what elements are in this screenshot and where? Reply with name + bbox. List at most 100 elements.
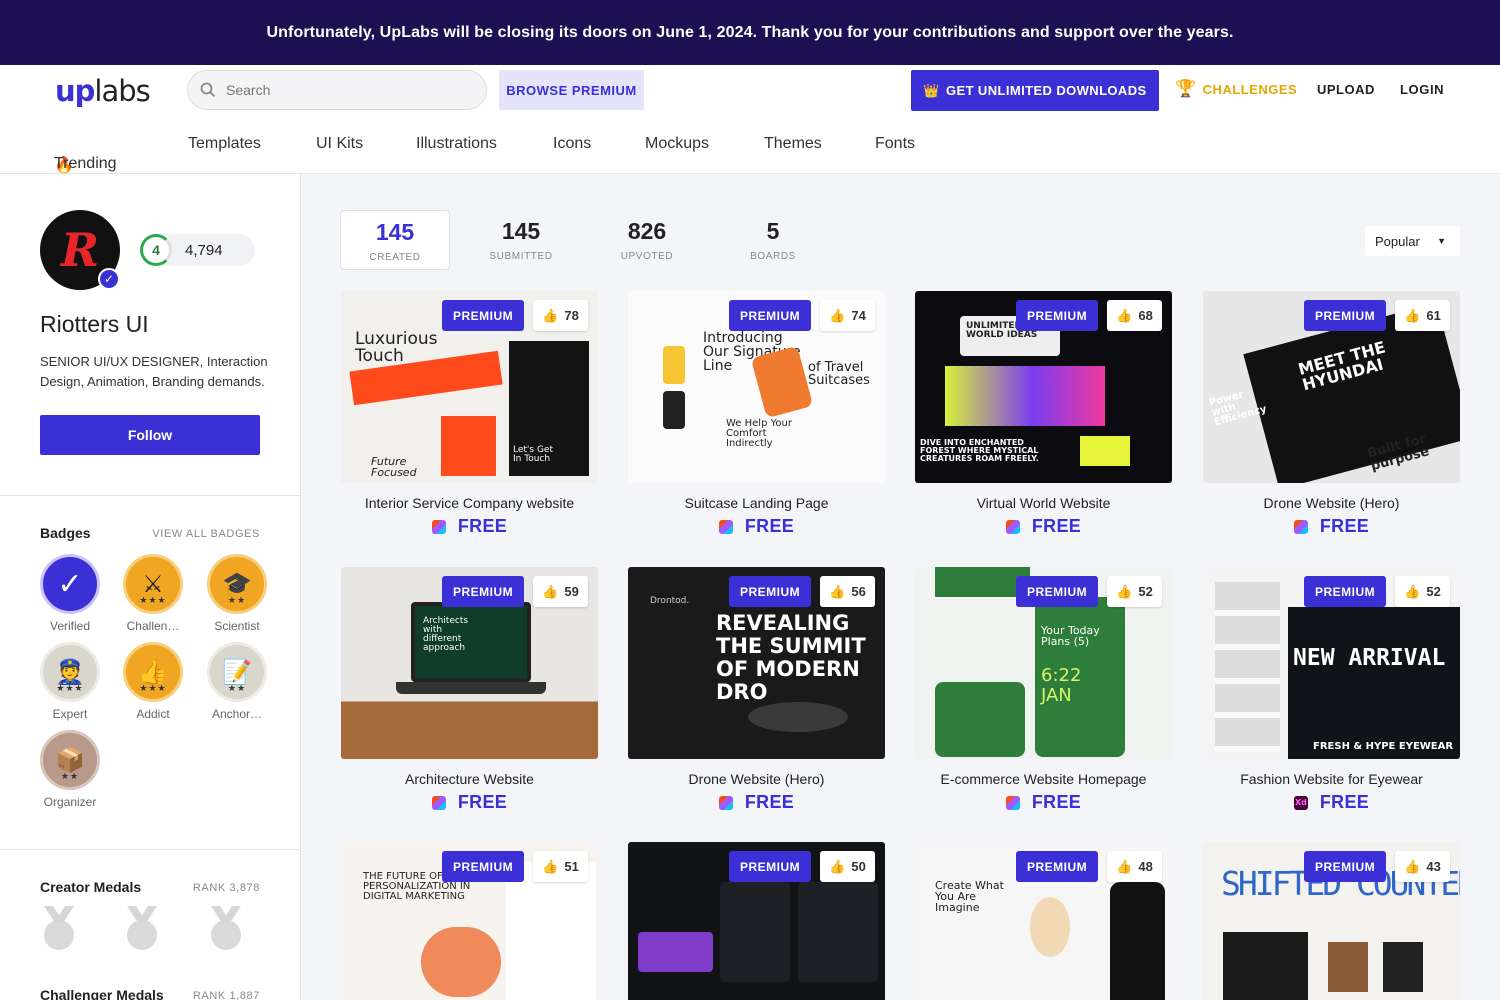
tab-themes[interactable]: Themes — [764, 135, 822, 153]
upload-link[interactable]: UPLOAD — [1317, 82, 1375, 97]
badge-expert[interactable]: 👮 ★★★ Expert — [40, 642, 100, 721]
follow-button[interactable]: Follow — [40, 415, 260, 455]
dark-panel — [1288, 607, 1460, 759]
card-title[interactable]: Drone Website (Hero) — [628, 771, 885, 787]
badge-scientist[interactable]: 🎓 ★★ Scientist — [207, 554, 267, 633]
design-card[interactable]: MEET THE HYUNDAI Power with Efficiency B… — [1203, 291, 1460, 537]
design-card[interactable]: Luxurious Touch Future Focused Let's Get… — [341, 291, 598, 537]
view-all-badges-link[interactable]: VIEW ALL BADGES — [152, 528, 260, 540]
price-label: FREE — [457, 516, 508, 536]
badge-challenger[interactable]: ⚔ ★★★ Challen… — [123, 554, 183, 633]
like-button[interactable]: 👍 78 — [533, 300, 588, 331]
like-button[interactable]: 👍 48 — [1107, 851, 1162, 882]
tab-icons[interactable]: Icons — [553, 135, 591, 153]
sort-dropdown[interactable]: Popular ▼ — [1365, 226, 1460, 256]
like-button[interactable]: 👍 52 — [1395, 576, 1450, 607]
uplabs-logo[interactable]: uplabs — [55, 74, 151, 108]
closing-banner: Unfortunately, UpLabs will be closing it… — [0, 0, 1500, 65]
design-card[interactable]: SHIFTED COUNTER PREMIUM 👍 43 — [1203, 842, 1460, 1000]
thumbs-up-icon: 👍 — [542, 858, 559, 874]
level-ring: 4 — [140, 234, 172, 266]
like-button[interactable]: 👍 68 — [1107, 300, 1162, 331]
photo-grid — [1215, 582, 1280, 752]
stat-upvoted[interactable]: 826 UPVOTED — [592, 210, 702, 270]
like-count: 74 — [851, 308, 866, 323]
premium-badge: PREMIUM — [1016, 300, 1099, 331]
badge-label: Addict — [136, 707, 170, 721]
grad-cap-icon: 🎓 ★★ — [207, 554, 267, 614]
tab-templates[interactable]: Templates — [188, 135, 261, 153]
phone-shape — [1110, 882, 1165, 1000]
design-card[interactable]: NEW ARRIVAL FRESH & HYPE EYEWEAR Fashion… — [1203, 567, 1460, 813]
person-icon: 👮 ★★★ — [40, 642, 100, 702]
badge-label: Verified — [49, 619, 91, 633]
premium-badge: PREMIUM — [1016, 851, 1099, 882]
login-link[interactable]: LOGIN — [1400, 82, 1444, 97]
premium-badge: PREMIUM — [1304, 851, 1387, 882]
get-unlimited-downloads-button[interactable]: 👑 GET UNLIMITED DOWNLOADS — [911, 70, 1159, 111]
stat-created[interactable]: 145 CREATED — [340, 210, 450, 270]
suitcase-shape — [663, 346, 685, 384]
like-button[interactable]: 👍 43 — [1395, 851, 1450, 882]
badge-label: Organizer — [43, 795, 97, 809]
badge-organizer[interactable]: 📦 ★★ Organizer — [40, 730, 100, 809]
like-count: 48 — [1138, 859, 1153, 874]
design-card[interactable]: Introducing Our Signature Line of Travel… — [628, 291, 885, 537]
search-input[interactable] — [226, 82, 456, 98]
tab-mockups[interactable]: Mockups — [645, 135, 709, 153]
card-title[interactable]: Virtual World Website — [915, 495, 1172, 511]
badge-anchor[interactable]: 📝 ★★ Anchor… — [207, 642, 267, 721]
design-card[interactable]: UNLIMITED WORLD IDEAS DIVE INTO ENCHANTE… — [915, 291, 1172, 537]
premium-badge: PREMIUM — [729, 851, 812, 882]
design-card[interactable]: Create What You Are Imagine PREMIUM 👍 48 — [915, 842, 1172, 1000]
price-label: FREE — [1319, 516, 1370, 536]
level-points: 4 4,794 — [140, 234, 255, 266]
adobe-xd-icon: Xd — [1293, 795, 1308, 810]
card-title[interactable]: Interior Service Company website — [341, 495, 598, 511]
figma-icon — [718, 519, 733, 534]
stat-submitted[interactable]: 145 SUBMITTED — [466, 210, 576, 270]
design-card[interactable]: Your Today Plans (5) 6:22 JAN E-commerce… — [915, 567, 1172, 813]
tshirt-shape — [1223, 932, 1308, 1000]
thumbs-up-icon: 👍 ★★★ — [123, 642, 183, 702]
card-title[interactable]: Drone Website (Hero) — [1203, 495, 1460, 511]
search-box[interactable] — [187, 70, 487, 110]
tab-illustrations[interactable]: Illustrations — [416, 135, 497, 153]
browse-premium-button[interactable]: BROWSE PREMIUM — [499, 70, 644, 110]
challenges-link[interactable]: 🏆 CHALLENGES — [1175, 79, 1297, 99]
like-button[interactable]: 👍 59 — [533, 576, 588, 607]
like-button[interactable]: 👍 56 — [820, 576, 875, 607]
card-title[interactable]: Suitcase Landing Page — [628, 495, 885, 511]
design-card[interactable]: PREMIUM 👍 50 — [628, 842, 885, 1000]
tab-ui-kits[interactable]: UI Kits — [316, 135, 363, 153]
tab-fonts[interactable]: Fonts — [875, 135, 915, 153]
like-count: 68 — [1138, 308, 1153, 323]
like-button[interactable]: 👍 50 — [820, 851, 875, 882]
like-button[interactable]: 👍 51 — [533, 851, 588, 882]
bulb-shape — [1030, 897, 1070, 957]
card-title[interactable]: Architecture Website — [341, 771, 598, 787]
category-nav: 🔥 Trending Templates UI Kits Illustration… — [0, 115, 1500, 174]
thumb-text: JAN — [1041, 685, 1072, 706]
like-button[interactable]: 👍 74 — [820, 300, 875, 331]
card-title[interactable]: Fashion Website for Eyewear — [1203, 771, 1460, 787]
design-card[interactable]: Architects with different approach Archi… — [341, 567, 598, 813]
card-title[interactable]: E-commerce Website Homepage — [915, 771, 1172, 787]
like-count: 50 — [851, 859, 866, 874]
badge-verified[interactable]: ✓ Verified — [40, 554, 100, 633]
logo-up: up — [55, 74, 95, 108]
stat-boards[interactable]: 5 BOARDS — [718, 210, 828, 270]
thumb-text: DIVE INTO ENCHANTED FOREST WHERE MYSTICA… — [920, 438, 1039, 463]
badge-addict[interactable]: 👍 ★★★ Addict — [123, 642, 183, 721]
figma-icon — [431, 795, 446, 810]
thumbs-up-icon: 👍 — [1404, 858, 1421, 874]
badge-label: Expert — [52, 707, 88, 721]
like-button[interactable]: 👍 52 — [1107, 576, 1162, 607]
figma-icon — [1005, 519, 1020, 534]
thumbs-up-icon: 👍 — [542, 583, 559, 599]
thumb-text: Let's Get In Touch — [513, 445, 553, 464]
thumb-text: We Help Your Comfort Indirectly — [726, 418, 792, 449]
design-card[interactable]: THE FUTURE OF PERSONALIZATION IN DIGITAL… — [341, 842, 598, 1000]
like-button[interactable]: 👍 61 — [1395, 300, 1450, 331]
design-card[interactable]: Drontod. REVEALING THE SUMMIT OF MODERN … — [628, 567, 885, 813]
